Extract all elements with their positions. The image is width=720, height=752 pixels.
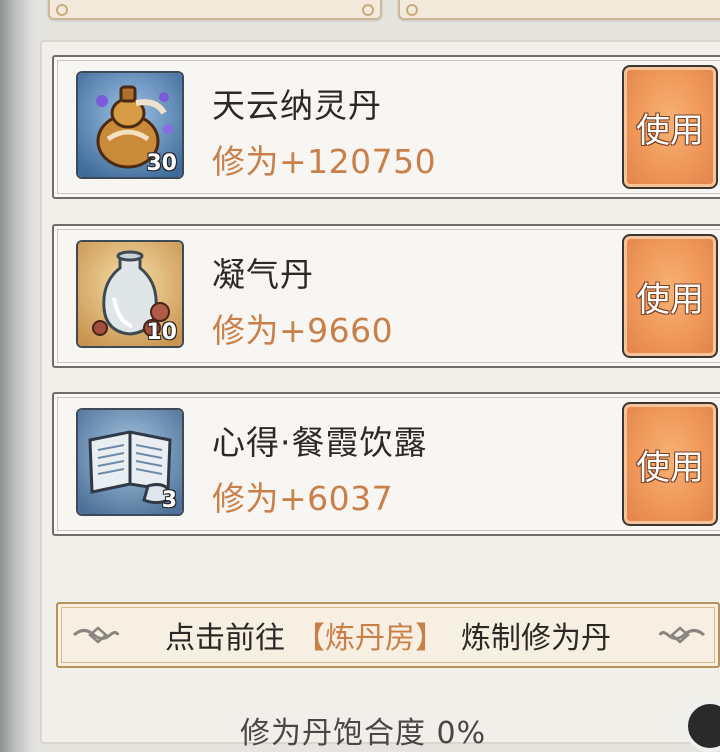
list-item: 10 凝气丹 修为+9660 使用 [52, 224, 720, 368]
use-button[interactable]: 使用 [622, 402, 718, 526]
scroll-book-icon: 3 [76, 408, 184, 516]
item-name: 天云纳灵丹 [212, 86, 382, 125]
curl-ornament-icon [362, 4, 374, 16]
gourd-pill-icon: 30 [76, 71, 184, 179]
alchemy-room-link[interactable]: 点击前往 【炼丹房】 炼制修为丹 [56, 602, 720, 668]
item-name: 凝气丹 [212, 255, 314, 294]
vase-pill-icon: 10 [76, 240, 184, 348]
list-item: 30 天云纳灵丹 修为+120750 使用 [52, 55, 720, 199]
item-effect: 修为+6037 [212, 479, 394, 518]
item-count: 30 [146, 151, 177, 176]
item-name: 心得·餐霞饮露 [212, 423, 428, 462]
use-button[interactable]: 使用 [622, 65, 718, 189]
banner-prefix: 点击前往 [165, 621, 285, 656]
banner-suffix: 炼制修为丹 [461, 621, 611, 656]
banner-highlight: 【炼丹房】 [295, 621, 445, 656]
saturation-text: 修为丹饱合度 0% [240, 716, 487, 751]
curl-ornament-icon [406, 4, 418, 16]
top-tab-right[interactable] [398, 0, 720, 20]
cloud-ornament-icon [658, 626, 706, 644]
use-button[interactable]: 使用 [622, 234, 718, 358]
item-count: 10 [146, 320, 177, 345]
list-item: 3 心得·餐霞饮露 修为+6037 使用 [52, 392, 720, 536]
item-count: 3 [161, 488, 177, 513]
curl-ornament-icon [56, 4, 68, 16]
item-effect: 修为+120750 [212, 142, 437, 181]
top-tab-left[interactable] [48, 0, 382, 20]
item-effect: 修为+9660 [212, 311, 394, 350]
cloud-ornament-icon [72, 626, 120, 644]
